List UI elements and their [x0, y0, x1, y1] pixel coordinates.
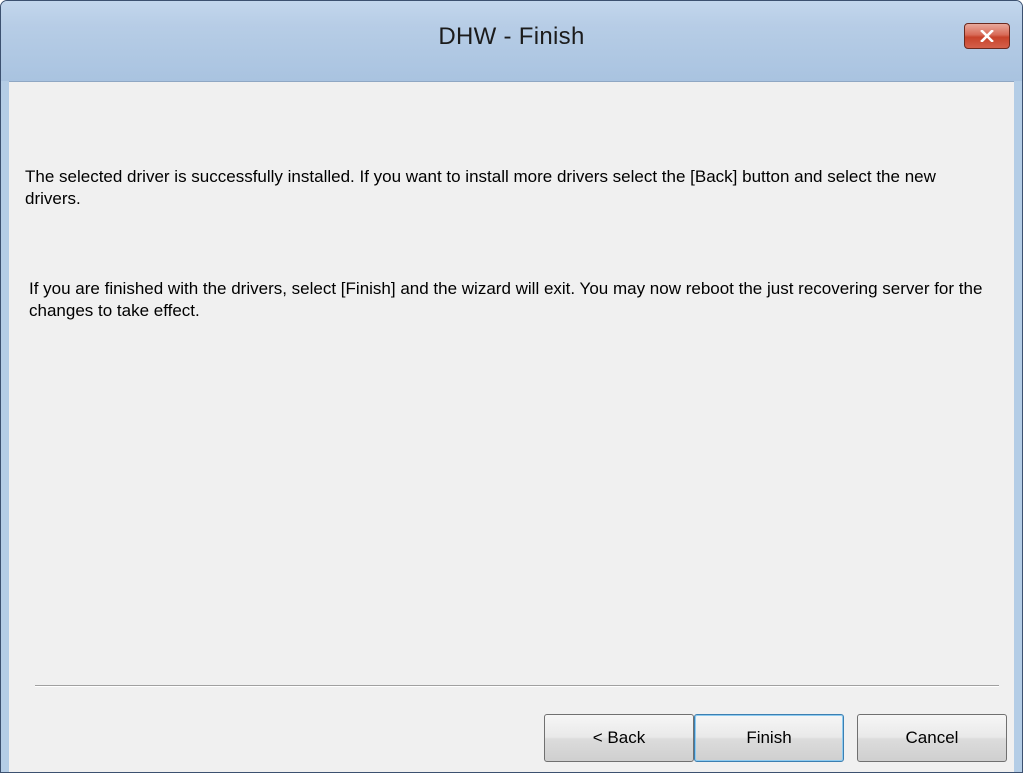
- success-message: The selected driver is successfully inst…: [25, 167, 936, 208]
- cancel-button[interactable]: Cancel: [857, 714, 1007, 762]
- wizard-content: The selected driver is successfully inst…: [9, 81, 1014, 772]
- button-separator: [35, 685, 999, 687]
- title-bar[interactable]: DHW - Finish: [1, 1, 1022, 81]
- close-icon: [965, 24, 1009, 48]
- finish-instructions: If you are finished with the drivers, se…: [29, 279, 983, 320]
- finish-button[interactable]: Finish: [694, 714, 844, 762]
- wizard-window: DHW - Finish The selected driver is succ…: [0, 0, 1023, 773]
- back-button[interactable]: < Back: [544, 714, 694, 762]
- window-title: DHW - Finish: [438, 23, 585, 50]
- close-button[interactable]: [964, 23, 1010, 49]
